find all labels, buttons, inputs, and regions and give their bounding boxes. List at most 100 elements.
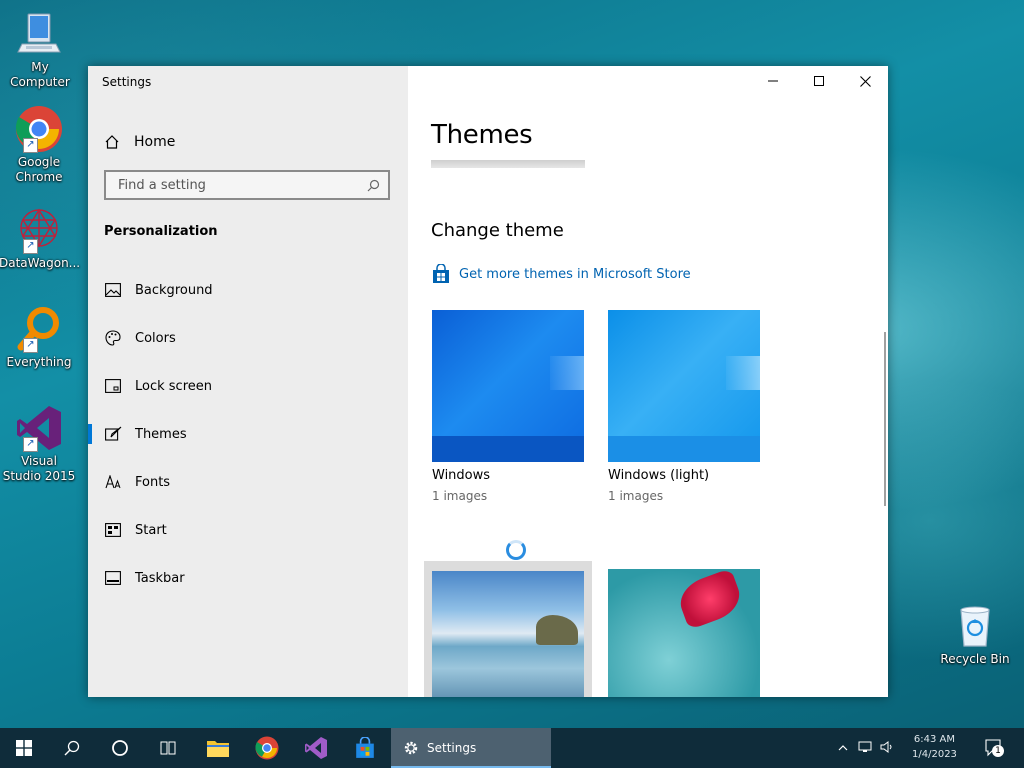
task-view-button[interactable] [144,728,192,768]
sidebar-item-label: Lock screen [135,378,212,394]
store-taskbar-button[interactable] [341,728,389,768]
sidebar-item-themes[interactable]: Themes [88,414,408,454]
computer-icon [16,10,64,58]
search-icon[interactable] [367,179,380,192]
magnifier-app-icon: ↗ [15,305,63,353]
task-view-icon [160,741,176,755]
scrollbar-thumb[interactable] [884,332,886,506]
notification-badge: 1 [992,745,1004,757]
search-button[interactable] [48,728,96,768]
visual-studio-icon [305,737,327,759]
microsoft-store-link[interactable]: Get more themes in Microsoft Store [431,264,691,284]
theme-tile-flower[interactable] [608,568,760,697]
file-explorer-button[interactable] [194,728,242,768]
image-icon [104,281,122,299]
desktop-icon-label: DataWagon... [0,256,81,270]
desktop-icon-everything[interactable]: ↗ Everything [0,305,79,370]
minimize-button[interactable] [750,66,796,96]
desktop-icon-my-computer[interactable]: My Computer [0,10,80,90]
clock[interactable]: 6:43 AM 1/4/2023 [912,732,957,762]
gear-icon [404,741,418,755]
visual-studio-icon: ↗ [15,404,63,452]
sidebar-item-taskbar[interactable]: Taskbar [88,558,408,598]
chrome-icon: ↗ [15,105,63,153]
start-button[interactable] [0,728,48,768]
volume-icon[interactable] [880,740,894,756]
windows-logo-glow [726,356,760,390]
theme-name: Windows [432,468,491,483]
cortana-button[interactable] [96,728,144,768]
minimize-icon [768,80,778,82]
desktop-icon-label: Visual Studio 2015 [2,454,76,483]
home-icon [105,135,119,149]
store-icon [356,737,374,758]
desktop-icon-recycle-bin[interactable]: Recycle Bin [935,602,1015,667]
sidebar-item-background[interactable]: Background [88,270,408,310]
close-button[interactable] [842,66,888,96]
sidebar-item-start[interactable]: Start [88,510,408,550]
action-center-button[interactable]: 1 [984,738,1004,762]
desktop-icon-visual-studio[interactable]: ↗ Visual Studio 2015 [0,404,79,484]
taskbar-icon [104,569,122,587]
preview-taskbar [432,436,584,462]
settings-taskbar-button[interactable]: Settings [391,728,551,768]
recycle-bin-icon [951,602,999,650]
sidebar-item-label: Taskbar [135,570,185,586]
windows-logo-icon [16,740,32,756]
fonts-icon [104,473,122,491]
sidebar-item-fonts[interactable]: Fonts [88,462,408,502]
section-title-personalization: Personalization [104,224,218,239]
system-tray [838,728,894,768]
shortcut-arrow-icon: ↗ [23,239,38,254]
theme-image-count: 1 images [432,489,488,503]
store-icon [433,264,449,283]
change-theme-heading: Change theme [431,220,564,241]
sidebar-item-label: Colors [135,330,176,346]
theme-tile-windows-light[interactable]: Windows (light) 1 images [608,310,760,503]
network-icon[interactable] [858,741,872,756]
settings-sidebar: Settings Home Personalization Background [88,66,408,697]
shortcut-arrow-icon: ↗ [23,338,38,353]
theme-tile-windows[interactable]: Windows 1 images [432,310,584,503]
theme-preview-flower [608,568,760,697]
theme-tile-beach[interactable] [424,561,592,697]
brush-icon [104,425,122,443]
chrome-taskbar-button[interactable] [243,728,291,768]
close-icon [859,75,871,87]
theme-preview-windows [432,310,584,462]
palette-icon [104,329,122,347]
maximize-button[interactable] [796,66,842,96]
preview-taskbar [608,436,760,462]
sidebar-item-label: Fonts [135,474,171,490]
chrome-icon [255,736,279,760]
flower-shape [674,568,746,630]
home-label: Home [134,134,176,150]
clock-time: 6:43 AM [913,734,956,745]
desktop-icon-datawagon[interactable]: ↗ DataWagon... [0,206,81,271]
sidebar-item-label: Themes [135,426,187,442]
find-setting-input[interactable] [116,177,360,194]
home-button[interactable]: Home [104,130,175,154]
shortcut-arrow-icon: ↗ [23,138,38,153]
sidebar-item-label: Background [135,282,213,298]
sidebar-item-lock-screen[interactable]: Lock screen [88,366,408,406]
shortcut-arrow-icon: ↗ [23,437,38,452]
settings-window: Settings Home Personalization Background [88,66,888,697]
desktop-icon-google-chrome[interactable]: ↗ Google Chrome [0,105,79,185]
loading-placeholder-bar [431,160,585,168]
theme-name: Windows (light) [608,468,710,483]
theme-preview-beach [424,561,592,697]
desktop-icon-label: Everything [6,355,72,369]
page-title: Themes [431,120,533,150]
tray-chevron-icon[interactable] [838,742,848,755]
sidebar-item-label: Start [135,522,167,538]
window-title: Settings [102,75,152,89]
clock-date: 1/4/2023 [912,749,957,760]
search-box [104,170,390,200]
desktop-icon-label: My Computer [10,60,70,89]
theme-image-count: 1 images [608,489,664,503]
sidebar-item-colors[interactable]: Colors [88,318,408,358]
taskbar: Settings 6:43 AM 1/4/2023 1 [0,728,1024,768]
visual-studio-taskbar-button[interactable] [292,728,340,768]
settings-content: Themes Change theme Get more themes in M… [408,66,888,697]
